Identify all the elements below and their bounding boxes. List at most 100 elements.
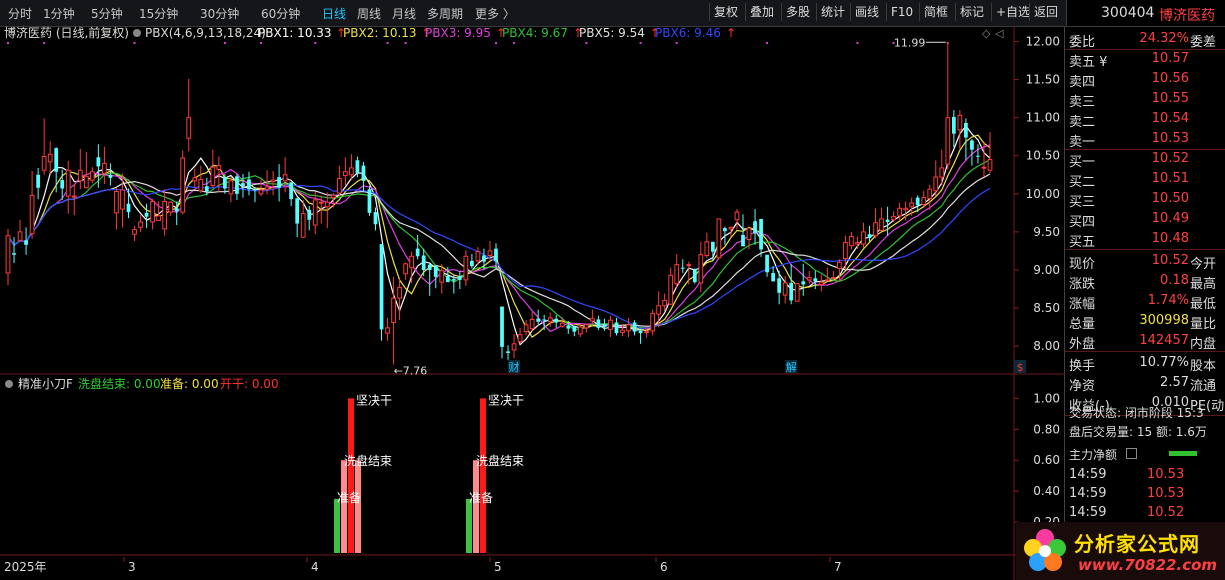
tool-button-0[interactable]: 复权 (709, 3, 742, 21)
period-tab-7[interactable]: 周线 (357, 5, 381, 22)
top-dot (494, 42, 497, 44)
candle-body-up (830, 277, 836, 280)
period-tab-6[interactable]: 日线 (322, 5, 346, 22)
tool-button-7[interactable]: 标记 (955, 3, 988, 21)
tool-button-4[interactable]: 画线 (850, 3, 883, 21)
candle-body-down (692, 269, 697, 283)
quote-row: 总量 300998 量比 (1069, 313, 1225, 332)
candle-body-up (138, 221, 143, 228)
candle-body-down (632, 322, 637, 332)
period-tab-1[interactable]: 1分钟 (43, 5, 75, 22)
candle-body-down (108, 174, 113, 178)
trade-price: 10.53 (1147, 467, 1185, 482)
candle-body-down (415, 248, 420, 257)
tool-button-5[interactable]: F10 (886, 3, 917, 21)
candle-body-up (794, 283, 800, 302)
indicator-settings-icon[interactable] (133, 29, 141, 37)
period-tab-8[interactable]: 月线 (392, 5, 416, 22)
main-flow-icon[interactable] (1126, 448, 1137, 459)
candle-body-up (343, 171, 348, 177)
candle-body-up (312, 199, 318, 226)
candle-body-down (711, 241, 715, 252)
candle-body-up (879, 218, 884, 231)
signal-bar (355, 460, 361, 553)
candle-body-up (644, 331, 649, 334)
candle-body-up (529, 318, 535, 330)
quote-separator (1065, 249, 1225, 250)
quote-row: 涨跌 0.18 最高 (1069, 273, 1225, 292)
candle-body-down (174, 208, 179, 212)
candle-body-down (723, 228, 727, 232)
high-annotation: 11.99 (894, 36, 926, 49)
candle-body-up (102, 162, 107, 174)
pbx-line-4 (7, 159, 991, 331)
candle-body-up (5, 235, 11, 274)
candle-body-up (120, 189, 125, 210)
candle-body-down (771, 273, 775, 282)
candle-body-up (29, 194, 35, 234)
main-flow-bar (1169, 451, 1197, 456)
y-tick-label: 8.50 (1033, 301, 1060, 315)
quote-label: 买四 (1069, 215, 1096, 230)
trade-time: 14:59 (1069, 467, 1107, 482)
candle-body-down (277, 177, 281, 188)
quote-row: 委比 24.32% 委差 (1069, 31, 1225, 50)
quote-row: 买三 10.50 (1069, 191, 1225, 210)
tool-button-9[interactable]: 返回 (1029, 3, 1062, 21)
candle-body-up (734, 211, 740, 221)
period-tab-5[interactable]: 60分钟 (261, 5, 300, 22)
x-axis-label: 2025年 (4, 560, 47, 574)
tool-button-2[interactable]: 多股 (781, 3, 814, 21)
quote-label: 现价 (1069, 257, 1096, 272)
candle-body-down (765, 254, 769, 273)
candle-body-up (89, 171, 95, 181)
quote-value: 10.77% (1139, 355, 1189, 370)
candle-body-up (782, 282, 788, 296)
period-tab-9[interactable]: 多周期 (427, 5, 463, 22)
indicator-name: PBX(4,6,9,13,18,24) (145, 26, 266, 40)
quote-row: 涨幅 1.74% 最低 (1069, 293, 1225, 312)
trade-time: 14:59 (1069, 486, 1107, 501)
candle-body-down (361, 165, 366, 181)
candle-body-up (258, 189, 264, 195)
quote-tail: 内盘 (1190, 337, 1217, 352)
period-tab-3[interactable]: 15分钟 (139, 5, 178, 22)
period-tab-2[interactable]: 5分钟 (91, 5, 123, 22)
candle-body-up (349, 167, 354, 176)
indicator-legend-2: 开干: 0.00 (220, 377, 279, 391)
tool-button-8[interactable]: +自选 (991, 3, 1034, 21)
candle-body-up (861, 231, 866, 245)
tool-button-1[interactable]: 叠加 (745, 3, 778, 21)
quote-row: 买四 10.49 (1069, 211, 1225, 230)
pbx-line-1 (7, 125, 991, 346)
period-tab-0[interactable]: 分时 (8, 5, 32, 22)
quote-label: 卖三 (1069, 95, 1096, 110)
candle-body-down (12, 253, 16, 255)
chart-area[interactable]: 博济医药 (日线,前复权) PBX(4,6,9,13,18,24)PBX1: 10… (0, 26, 1064, 580)
candle-body-down (602, 324, 607, 328)
tool-button-3[interactable]: 统计 (816, 3, 849, 21)
indicator-panel-icon[interactable] (5, 380, 13, 388)
candle-body-down (915, 197, 920, 206)
tool-button-6[interactable]: 简框 (919, 3, 952, 21)
period-tab-10[interactable]: 更多 〉 (475, 5, 515, 22)
signal-label-kaigan: 坚决干 (356, 394, 392, 408)
pbx-line-5 (7, 173, 991, 330)
pbx-line-2 (7, 134, 991, 338)
top-dot (223, 42, 226, 44)
candle-body-up (83, 175, 89, 189)
x-axis-label: 3 (128, 560, 136, 574)
candle-body-up (806, 277, 812, 281)
signal-label-xipan: 洗盘结束 (476, 453, 524, 468)
quote-value: 10.55 (1151, 91, 1189, 106)
candle-body-down (54, 148, 59, 172)
quote-row: 外盘 142457 内盘 (1069, 333, 1225, 352)
candle-body-down (554, 318, 559, 323)
candle-body-down (789, 282, 794, 301)
candle-body-up (475, 251, 481, 262)
pbx-legend-4: PBX4: 9.67 (502, 26, 568, 40)
candle-body-down (144, 212, 149, 217)
period-tab-4[interactable]: 30分钟 (200, 5, 239, 22)
candle-body-down (289, 182, 294, 200)
candle-body-down (506, 351, 510, 353)
